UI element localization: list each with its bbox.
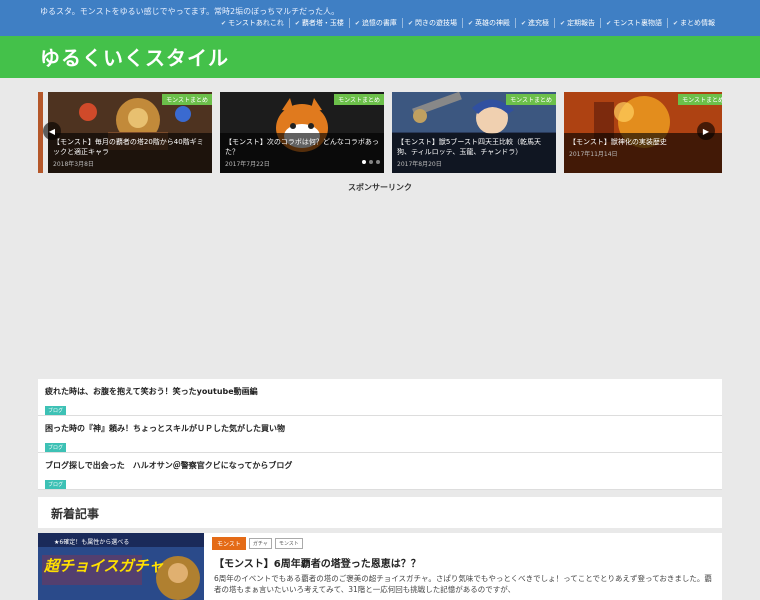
- slide-category-tag[interactable]: モンストまとめ: [162, 94, 212, 105]
- nav-item-hirameki[interactable]: ✔ 閃きの遊技場: [403, 18, 463, 28]
- slide-caption: 【モンスト】次のコラボは何？どんなコラボあった？ 2017年7月22日: [220, 133, 384, 173]
- article-tag[interactable]: モンスト: [274, 538, 303, 549]
- article-thumbnail[interactable]: ★6確定！も属性から選べる 超チョイスガチャ: [38, 533, 204, 600]
- carousel-dots: [362, 160, 380, 164]
- slide-date: 2018年3月8日: [53, 161, 94, 168]
- check-icon: ✔: [606, 19, 612, 27]
- check-icon: ✔: [672, 19, 678, 27]
- article-excerpt: 6周年のイベントでもある覇者の塔のご褒美の超チョイスガチャ。さぱり気味でもやっと…: [214, 574, 712, 594]
- carousel-dot[interactable]: [369, 160, 373, 164]
- list-item-tag[interactable]: ブログ: [45, 480, 67, 489]
- check-icon: ✔: [521, 19, 527, 27]
- article-tags: モンスト ガチャ モンスト: [212, 537, 303, 550]
- nav-item-teiki[interactable]: ✔ 定期報告: [555, 18, 602, 28]
- slide-title[interactable]: 【モンスト】獣5ブースト四天王比較（乾馬天狗、ティルロッテ、玉龍、チャンドラ）: [397, 137, 551, 157]
- nav-item-eiyu[interactable]: ✔ 英雄の神殿: [463, 18, 516, 28]
- check-icon: ✔: [220, 19, 226, 27]
- carousel-next-button[interactable]: ▶: [697, 122, 715, 140]
- sponsor-link-label: スポンサーリンク: [348, 183, 412, 192]
- carousel-slide[interactable]: モンストまとめ 【モンスト】毎月の覇者の塔20階から40階ギミックと適正キャラ …: [48, 92, 212, 173]
- check-icon: ✔: [354, 19, 360, 27]
- slide-category-tag[interactable]: モンストまとめ: [678, 94, 722, 105]
- carousel-slide[interactable]: モンストまとめ 【モンスト】獣5ブースト四天王比較（乾馬天狗、ティルロッテ、玉龍…: [392, 92, 556, 173]
- slide-caption: 【モンスト】獣神化の実装歴史 2017年11月14日: [564, 133, 722, 173]
- list-item-tag[interactable]: ブログ: [45, 443, 67, 452]
- section-header: 新着記事: [38, 497, 722, 528]
- check-icon: ✔: [467, 19, 473, 27]
- chevron-right-icon: ▶: [702, 126, 710, 136]
- nav-item-monst-arekore[interactable]: ✔ モンストあれこれ: [216, 18, 290, 28]
- list-item-title[interactable]: 疲れた時は、お腹を抱えて笑おう！笑ったyoutube動画編: [45, 386, 715, 397]
- section-heading: 新着記事: [51, 507, 100, 521]
- thumbnail-banner-text: 超チョイスガチャ: [44, 557, 164, 575]
- slide-title[interactable]: 【モンスト】次のコラボは何？どんなコラボあった？: [225, 137, 379, 157]
- nav-item-uramonogatari[interactable]: ✔ モンスト裏物語: [601, 18, 668, 28]
- chevron-left-icon: ◀: [48, 126, 56, 136]
- article-title[interactable]: 【モンスト】6周年覇者の塔登った恩恵は？？: [214, 555, 421, 570]
- check-icon: ✔: [294, 19, 300, 27]
- nav-item-matome[interactable]: ✔ まとめ情報: [668, 18, 720, 28]
- related-post-list: 疲れた時は、お腹を抱えて笑おう！笑ったyoutube動画編 ブログ 困った時の『…: [38, 379, 722, 490]
- slide-title[interactable]: 【モンスト】獣神化の実装歴史: [569, 137, 722, 147]
- slide-date: 2017年8月20日: [397, 161, 442, 168]
- nav-item-tsuioku[interactable]: ✔ 追憶の書庫: [350, 18, 403, 28]
- list-item-tag[interactable]: ブログ: [45, 406, 67, 415]
- carousel-dot[interactable]: [376, 160, 380, 164]
- slide-caption: 【モンスト】獣5ブースト四天王比較（乾馬天狗、ティルロッテ、玉龍、チャンドラ） …: [392, 133, 556, 173]
- list-item-title[interactable]: 困った時の『神』頼み！ちょっとスキルがＵＰした気がした買い物: [45, 423, 715, 434]
- top-nav: ✔ モンストあれこれ ✔ 覇者塔・玉楼 ✔ 追憶の書庫 ✔ 閃きの遊技場 ✔ 英雄の神殿 …: [216, 18, 720, 28]
- slide-caption: 【モンスト】毎月の覇者の塔20階から40階ギミックと適正キャラ 2018年3月8…: [48, 133, 212, 173]
- carousel-dot[interactable]: [362, 160, 366, 164]
- slide-title[interactable]: 【モンスト】毎月の覇者の塔20階から40階ギミックと適正キャラ: [53, 137, 207, 157]
- slide-date: 2017年11月14日: [569, 151, 618, 158]
- check-icon: ✔: [560, 19, 566, 27]
- list-item[interactable]: ブログ探しで出会った ハルオサン＠警察官クビになってからブログ ブログ: [38, 453, 722, 490]
- nav-item-hasha[interactable]: ✔ 覇者塔・玉楼: [290, 18, 350, 28]
- list-item-title[interactable]: ブログ探しで出会った ハルオサン＠警察官クビになってからブログ: [45, 460, 715, 471]
- carousel-prev-button[interactable]: ◀: [43, 122, 61, 140]
- site-description: ゆるスタ。モンストをゆるい感じでやってます。常時2垢のぼっちマルチだった人。: [40, 7, 340, 16]
- carousel-slide[interactable]: モンストまとめ 【モンスト】次のコラボは何？どんなコラボあった？ 2017年7月…: [220, 92, 384, 173]
- check-icon: ✔: [407, 19, 413, 27]
- nav-item-shinkyukyoku[interactable]: ✔ 進究極: [516, 18, 556, 28]
- top-bar: ゆるスタ。モンストをゆるい感じでやってます。常時2垢のぼっちマルチだった人。 ✔…: [0, 0, 760, 36]
- featured-carousel: モンストまとめ 【モンスト】毎月の覇者の塔20階から40階ギミックと適正キャラ …: [38, 90, 722, 173]
- article-tag[interactable]: ガチャ: [248, 538, 272, 549]
- list-item[interactable]: 疲れた時は、お腹を抱えて笑おう！笑ったyoutube動画編 ブログ: [38, 379, 722, 416]
- slide-date: 2017年7月22日: [225, 161, 270, 168]
- thumbnail-subtext: ★6確定！も属性から選べる: [54, 539, 130, 546]
- article-category[interactable]: モンスト: [212, 537, 246, 550]
- list-item[interactable]: 困った時の『神』頼み！ちょっとスキルがＵＰした気がした買い物 ブログ: [38, 416, 722, 453]
- slide-category-tag[interactable]: モンストまとめ: [506, 94, 556, 105]
- slide-category-tag[interactable]: モンストまとめ: [334, 94, 384, 105]
- site-title[interactable]: ゆるくいくスタイル: [40, 42, 229, 71]
- ad-space: [38, 196, 722, 378]
- site-header: ゆるくいくスタイル: [0, 36, 760, 78]
- article-card[interactable]: ★6確定！も属性から選べる 超チョイスガチャ モンスト ガチャ モンスト 【モン…: [38, 533, 722, 600]
